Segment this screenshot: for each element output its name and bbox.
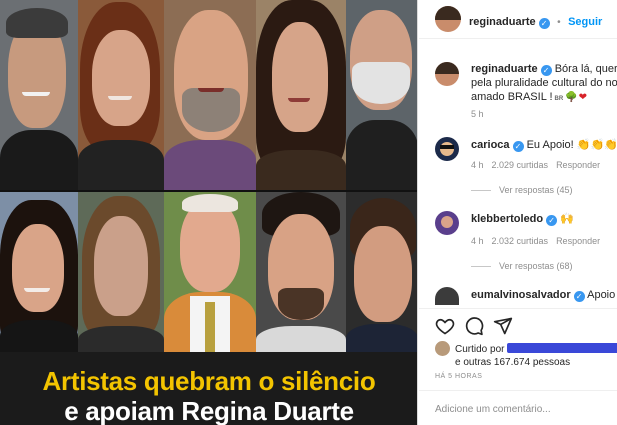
plant-emoji-icon: 🌳	[565, 92, 578, 103]
portrait-tile	[256, 0, 346, 190]
comment-2: klebbertoledo ✓ 🙌	[471, 212, 574, 226]
headline-line-1: Artistas quebram o silêncio	[42, 366, 376, 396]
flag-badge: BR	[554, 96, 564, 102]
raised-hands-emoji-icon: 🙌	[560, 213, 574, 225]
verified-badge-icon: ✓	[538, 18, 550, 29]
comment-time: 4 h	[471, 160, 484, 170]
actions-divider	[419, 308, 617, 309]
heart-icon[interactable]	[435, 316, 455, 336]
view-replies-button[interactable]: Ver respostas (68)	[471, 261, 573, 271]
replies-line	[471, 266, 491, 268]
view-replies-label: Ver respostas (45)	[499, 185, 573, 195]
heart-emoji-icon: ❤	[578, 92, 588, 103]
post-side-panel: reginaduarte ✓ • Seguir reginaduarte ✓ Bór…	[419, 0, 617, 425]
redacted-username	[507, 343, 617, 353]
comment-likes[interactable]: 2.032 curtidas	[492, 236, 549, 246]
portrait-tile	[78, 0, 164, 190]
view-replies-button[interactable]: Ver respostas (45)	[471, 185, 573, 195]
comment-username[interactable]: klebbertoledo	[471, 213, 543, 225]
headline-line-2: e apoiam Regina Duarte	[64, 396, 354, 425]
comment-username[interactable]: eumalvinosalvador	[471, 289, 571, 301]
portrait-tile	[164, 0, 256, 190]
comment-icon[interactable]	[464, 316, 484, 336]
portrait-tile	[0, 192, 78, 360]
liker-avatar[interactable]	[435, 341, 450, 356]
comment-likes[interactable]: 2.029 curtidas	[492, 160, 549, 170]
verified-badge-icon: ✓	[573, 291, 585, 302]
verified-badge-icon: ✓	[546, 215, 558, 226]
comment-3: eumalvinosalvador ✓ Apoio	[471, 289, 615, 302]
replies-line	[471, 190, 491, 192]
post-image[interactable]: Artistas quebram o silêncio e apoiam Reg…	[0, 0, 418, 425]
share-icon[interactable]	[493, 316, 513, 336]
clap-emoji-icon: 👏👏👏	[576, 139, 617, 151]
caption: reginaduarte✓ Bóra lá, querido pela plur…	[471, 62, 617, 106]
portrait-tile	[78, 192, 164, 360]
caption-text-2: pela pluralidade cultural do noss	[471, 77, 617, 89]
comment-divider	[419, 390, 617, 391]
caption-text-3: amado BRASIL !	[471, 91, 553, 103]
verified-badge-icon: ✓	[540, 65, 552, 76]
comment-meta: 4 h 2.032 curtidas Responder	[471, 236, 608, 246]
photo-collage	[0, 0, 417, 360]
verified-badge-icon: ✓	[512, 141, 524, 152]
likes-count[interactable]: e outras 167.674 pessoas	[455, 357, 570, 368]
comment-avatar[interactable]	[435, 211, 459, 235]
portrait-tile	[164, 192, 256, 360]
post-header: reginaduarte ✓ • Seguir	[469, 12, 602, 30]
comment-time: 4 h	[471, 236, 484, 246]
header-username[interactable]: reginaduarte	[469, 16, 536, 28]
post-timestamp: HÁ 5 HORAS	[435, 373, 483, 380]
follow-button[interactable]: Seguir	[568, 16, 602, 28]
reply-button[interactable]: Responder	[556, 160, 600, 170]
header-separator: •	[557, 17, 561, 28]
caption-username[interactable]: reginaduarte	[471, 63, 538, 75]
comment-text: Eu Apoio!	[526, 139, 574, 151]
profile-avatar[interactable]	[435, 6, 461, 32]
comment-avatar[interactable]	[435, 287, 459, 305]
portrait-tile	[0, 0, 78, 190]
comment-avatar[interactable]	[435, 137, 459, 161]
reply-button[interactable]: Responder	[556, 236, 600, 246]
comment-username[interactable]: carioca	[471, 139, 510, 151]
comment-input[interactable]: Adicione um comentário...	[435, 404, 551, 415]
caption-text-1: Bóra lá, querido	[554, 63, 617, 75]
portrait-tile	[346, 0, 417, 190]
comment-1: carioca ✓ Eu Apoio! 👏👏👏	[471, 138, 617, 152]
comment-meta: 4 h 2.029 curtidas Responder	[471, 160, 608, 170]
comment-text: Apoio	[587, 289, 616, 301]
likes-summary: Curtido por e outras 167.674 pessoas	[455, 343, 617, 369]
liked-by-prefix: Curtido por	[455, 344, 505, 355]
caption-avatar[interactable]	[435, 62, 459, 86]
caption-time: 5 h	[471, 109, 484, 119]
portrait-tile	[256, 192, 346, 360]
header-divider	[419, 38, 617, 39]
portrait-tile	[346, 192, 417, 360]
view-replies-label: Ver respostas (68)	[499, 261, 573, 271]
